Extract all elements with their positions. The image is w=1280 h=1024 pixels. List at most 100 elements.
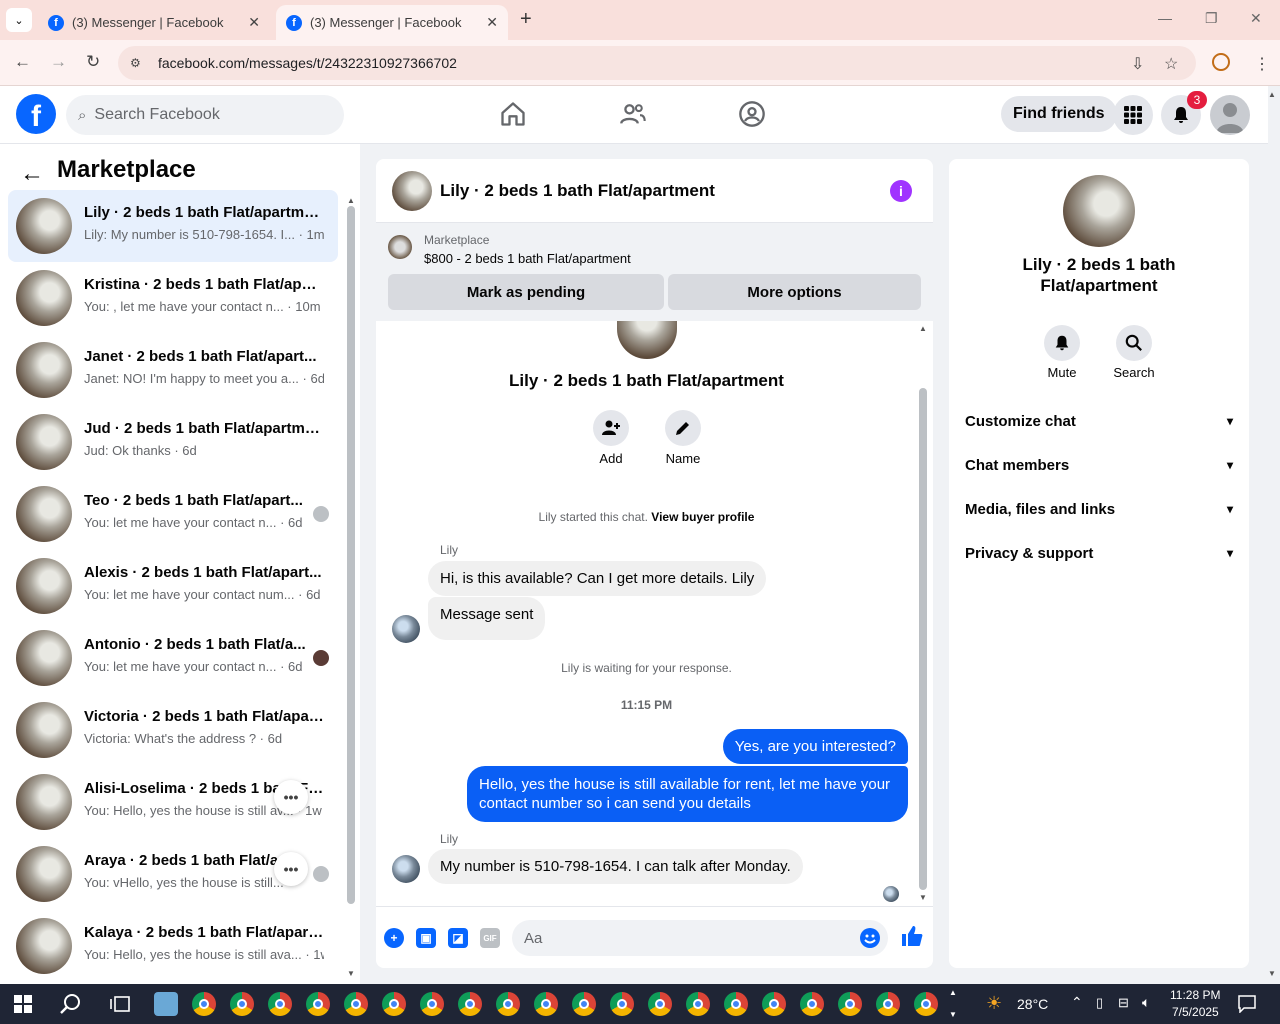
menu-grid-icon[interactable] — [1113, 95, 1153, 135]
outgoing-message[interactable]: Yes, are you interested? — [722, 729, 908, 764]
info-icon[interactable]: i — [890, 180, 912, 202]
minimize-icon[interactable]: — — [1158, 10, 1172, 26]
chrome-icon[interactable] — [534, 992, 558, 1016]
sender-avatar[interactable] — [392, 855, 420, 883]
chrome-icon[interactable] — [572, 992, 596, 1016]
chrome-icon[interactable] — [344, 992, 368, 1016]
taskbar-scroll-down-icon[interactable]: ▼ — [949, 1010, 957, 1019]
task-view-icon[interactable] — [110, 995, 130, 1013]
weather-icon[interactable]: ☀ — [986, 993, 1002, 1014]
incoming-message[interactable]: Message sent — [428, 597, 546, 640]
groups-icon[interactable] — [738, 100, 766, 128]
incoming-message[interactable]: Hi, is this available? Can I get more de… — [428, 561, 767, 596]
clock-date[interactable]: 7/5/2025 — [1172, 1005, 1219, 1019]
more-options-button[interactable]: More options — [668, 274, 921, 310]
listing-thumbnail[interactable] — [388, 235, 412, 259]
customize-chat-section[interactable]: Customize chat ▾ — [965, 399, 1233, 443]
home-icon[interactable] — [499, 100, 527, 128]
chrome-icon[interactable] — [686, 992, 710, 1016]
more-options-icon[interactable]: ••• — [274, 780, 308, 814]
profile-icon[interactable] — [1212, 53, 1230, 76]
reload-icon[interactable]: ↻ — [86, 52, 100, 72]
chrome-icon[interactable] — [458, 992, 482, 1016]
scroll-down-arrow-icon[interactable]: ▼ — [347, 969, 355, 978]
forward-icon[interactable]: → — [50, 52, 67, 72]
bookmark-star-icon[interactable]: ☆ — [1164, 54, 1178, 74]
close-tab-icon[interactable]: ✕ — [486, 14, 498, 31]
emoji-icon[interactable] — [860, 928, 880, 948]
scroll-up-arrow-icon[interactable]: ▲ — [347, 196, 355, 205]
chat-title[interactable]: Lily · 2 beds 1 bath Flat/apartment — [440, 181, 715, 201]
taskbar-search-icon[interactable] — [60, 993, 82, 1015]
conversation-item[interactable]: Alisi-Loselima · 2 beds 1 bath Fl... You… — [8, 766, 338, 838]
gif-icon[interactable]: GIF — [480, 928, 500, 948]
page-scroll-up-icon[interactable]: ▲ — [1268, 90, 1276, 99]
chrome-icon[interactable] — [306, 992, 330, 1016]
back-arrow-icon[interactable]: ← — [20, 160, 44, 188]
attach-photo-icon[interactable]: ▣ — [416, 928, 436, 948]
close-window-icon[interactable]: ✕ — [1250, 10, 1262, 27]
incoming-message[interactable]: My number is 510-798-1654. I can talk af… — [428, 849, 803, 884]
conversation-item[interactable]: Victoria · 2 beds 1 bath Flat/apar... Vi… — [8, 694, 338, 766]
conversation-item[interactable]: Jud · 2 beds 1 bath Flat/apartment Jud: … — [8, 406, 338, 478]
conversation-item[interactable]: Araya · 2 beds 1 bath Flat/ap... You: vH… — [8, 838, 338, 910]
browser-menu-icon[interactable]: ⋮ — [1254, 54, 1270, 74]
conversation-item[interactable]: Kristina · 2 beds 1 bath Flat/apar... Yo… — [8, 262, 338, 334]
sidebar-scrollbar[interactable] — [347, 206, 355, 904]
windows-start-icon[interactable] — [14, 995, 32, 1013]
app-icon[interactable] — [154, 992, 178, 1016]
conversation-item[interactable]: Teo · 2 beds 1 bath Flat/apart... You: l… — [8, 478, 338, 550]
mark-as-pending-button[interactable]: Mark as pending — [388, 274, 664, 310]
page-scroll-down-icon[interactable]: ▼ — [1268, 969, 1276, 978]
tab-search-chevron-icon[interactable]: ⌄ — [6, 8, 32, 32]
conversation-item[interactable]: Alexis · 2 beds 1 bath Flat/apart... You… — [8, 550, 338, 622]
conversation-item[interactable]: Lily · 2 beds 1 bath Flat/apartment Lily… — [8, 190, 338, 262]
outgoing-message[interactable]: Hello, yes the house is still available … — [467, 766, 908, 822]
chrome-icon[interactable] — [610, 992, 634, 1016]
conversation-item[interactable]: Janet · 2 beds 1 bath Flat/apart... Jane… — [8, 334, 338, 406]
close-tab-icon[interactable]: ✕ — [248, 14, 260, 31]
chrome-icon[interactable] — [382, 992, 406, 1016]
media-files-links-section[interactable]: Media, files and links ▾ — [965, 487, 1233, 531]
notification-center-icon[interactable] — [1238, 995, 1256, 1013]
clock-time[interactable]: 11:28 PM — [1170, 988, 1220, 1002]
chrome-icon[interactable] — [800, 992, 824, 1016]
chrome-icon[interactable] — [496, 992, 520, 1016]
site-info-icon[interactable]: ⚙ — [130, 56, 148, 70]
sender-avatar[interactable] — [392, 615, 420, 643]
privacy-support-section[interactable]: Privacy & support ▾ — [965, 531, 1233, 575]
facebook-logo[interactable]: f — [16, 94, 56, 134]
sticker-icon[interactable]: ◪ — [448, 928, 468, 948]
chat-thumbnail[interactable] — [392, 171, 432, 211]
show-hidden-icons-icon[interactable]: ⌃ — [1071, 994, 1083, 1011]
new-tab-icon[interactable]: + — [520, 8, 532, 31]
browser-tab-1[interactable]: f (3) Messenger | Facebook ✕ — [38, 5, 270, 40]
chrome-icon[interactable] — [724, 992, 748, 1016]
chrome-icon[interactable] — [648, 992, 672, 1016]
scroll-up-arrow-icon[interactable]: ▲ — [919, 324, 927, 333]
view-buyer-profile-link[interactable]: View buyer profile — [651, 510, 754, 524]
mute-bell-icon[interactable] — [1044, 325, 1080, 361]
message-input[interactable]: Aa — [512, 920, 888, 956]
add-person-icon[interactable] — [593, 410, 629, 446]
account-avatar[interactable] — [1210, 95, 1250, 135]
browser-tab-2[interactable]: f (3) Messenger | Facebook ✕ — [276, 5, 508, 40]
install-app-icon[interactable]: ⇩ — [1131, 54, 1144, 74]
taskbar-scroll-up-icon[interactable]: ▲ — [949, 988, 957, 997]
url-field[interactable]: ⚙ facebook.com/messages/t/24322310927366… — [118, 46, 1196, 80]
like-thumbs-up-icon[interactable] — [900, 924, 924, 954]
chrome-icon[interactable] — [192, 992, 216, 1016]
search-facebook-input[interactable]: ⌕ Search Facebook — [66, 95, 344, 135]
search-icon[interactable] — [1116, 325, 1152, 361]
battery-icon[interactable]: ▯ — [1096, 995, 1103, 1011]
network-icon[interactable]: ⊟ — [1118, 995, 1129, 1011]
chrome-icon[interactable] — [420, 992, 444, 1016]
details-profile-picture[interactable] — [1063, 175, 1135, 247]
back-icon[interactable]: ← — [14, 52, 31, 72]
chrome-icon[interactable] — [876, 992, 900, 1016]
restore-icon[interactable]: ❐ — [1205, 10, 1218, 27]
friends-icon[interactable] — [619, 100, 647, 128]
conversation-item[interactable]: Kalaya · 2 beds 1 bath Flat/apart... You… — [8, 910, 338, 982]
more-options-icon[interactable]: ••• — [274, 852, 308, 886]
chat-scrollbar[interactable] — [919, 388, 927, 890]
